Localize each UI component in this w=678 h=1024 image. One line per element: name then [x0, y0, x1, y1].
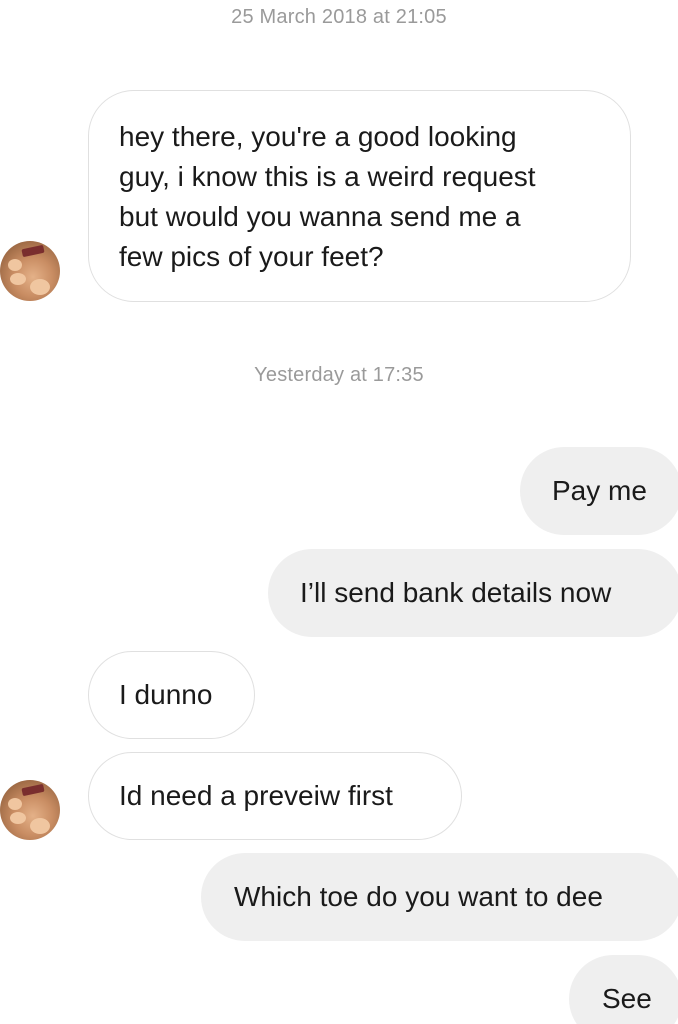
message-text-line: few pics of your feet? [119, 241, 384, 272]
sender-avatar[interactable] [0, 780, 60, 840]
message-text-line: guy, i know this is a weird request [119, 161, 536, 192]
avatar-toe-shape [10, 273, 26, 285]
timestamp-second: Yesterday at 17:35 [254, 364, 424, 386]
message-text: I dunno [119, 679, 213, 710]
message-text-line: hey there, you're a good looking [119, 121, 517, 152]
avatar-label-patch [21, 244, 45, 258]
message-bubble-outgoing[interactable]: Pay me [520, 447, 678, 535]
sender-avatar[interactable] [0, 241, 60, 301]
message-text-line: but would you wanna send me a [119, 201, 521, 232]
avatar-toe-shape [30, 279, 50, 295]
avatar-toe-shape [30, 818, 50, 834]
avatar-toe-shape [8, 798, 22, 810]
message-text: Which toe do you want to dee [234, 881, 603, 912]
message-bubble-incoming[interactable]: hey there, you're a good looking guy, i … [88, 90, 631, 302]
message-text: See [602, 983, 652, 1014]
message-bubble-outgoing[interactable]: See [569, 955, 678, 1024]
avatar-toe-shape [8, 259, 22, 271]
message-bubble-outgoing[interactable]: I’ll send bank details now [268, 549, 678, 637]
message-text: Pay me [552, 475, 647, 506]
message-bubble-outgoing[interactable]: Which toe do you want to dee [201, 853, 678, 941]
message-text: I’ll send bank details now [300, 577, 612, 608]
message-bubble-incoming[interactable]: Id need a preveiw first [88, 752, 462, 840]
message-text: Id need a preveiw first [119, 780, 393, 811]
avatar-label-patch [21, 783, 45, 797]
chat-thread[interactable]: 25 March 2018 at 21:05 hey there, you're… [0, 0, 678, 1024]
timestamp-first: 25 March 2018 at 21:05 [231, 6, 447, 28]
message-bubble-incoming[interactable]: I dunno [88, 651, 255, 739]
avatar-toe-shape [10, 812, 26, 824]
